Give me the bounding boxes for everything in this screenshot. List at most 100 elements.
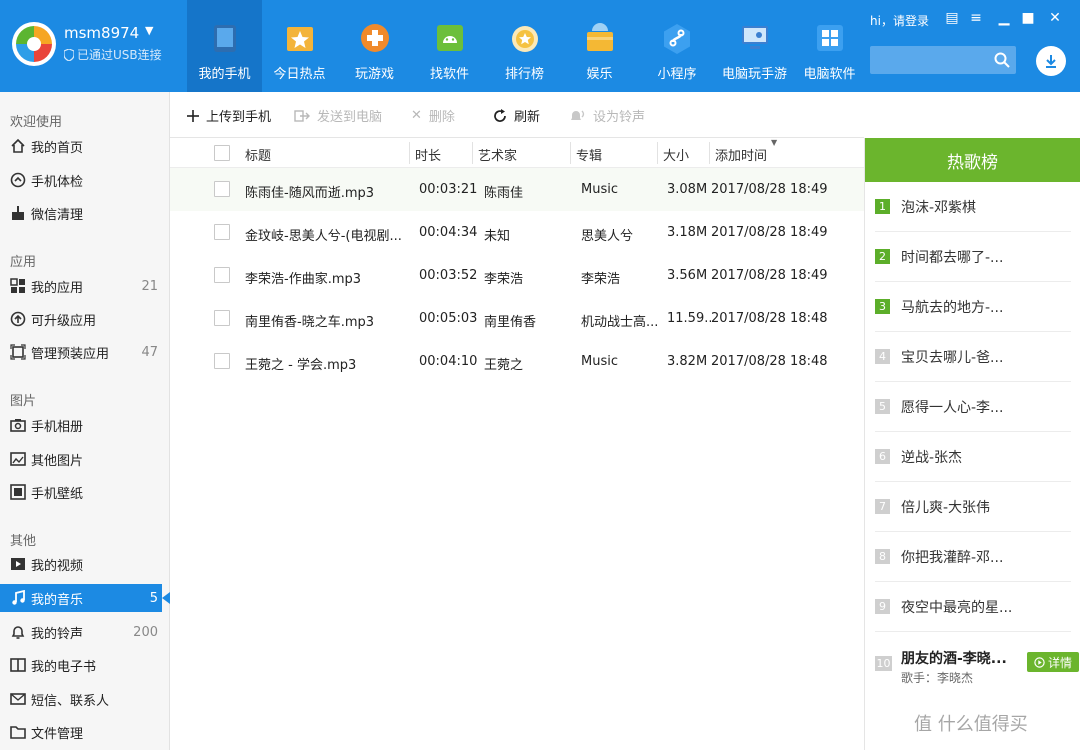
- minimize-icon[interactable]: ▁: [994, 10, 1014, 26]
- cell-added: 2017/08/28 18:48: [711, 354, 828, 369]
- cell-artist: 陈雨佳: [484, 186, 524, 201]
- sidebar-item-label: 微信清理: [31, 207, 84, 223]
- send-to-pc-button[interactable]: 发送到电脑: [294, 106, 382, 125]
- nav-software[interactable]: 找软件: [412, 0, 487, 92]
- hot-song-item[interactable]: 8 你把我灌醉-邓...: [875, 532, 1071, 582]
- button-label: 删除: [428, 110, 455, 125]
- table-row[interactable]: 李荣浩-作曲家.mp3 00:03:52 李荣浩 李荣浩 3.56M 2017/…: [170, 254, 864, 297]
- table-row[interactable]: 陈雨佳-随风而逝.mp3 00:03:21 陈雨佳 Music 3.08M 20…: [170, 168, 864, 211]
- nav-label: 电脑软件: [803, 67, 856, 82]
- hot-song-item[interactable]: 7 倍儿爽-大张伟: [875, 482, 1071, 532]
- row-checkbox[interactable]: [214, 310, 230, 326]
- sidebar-item-upgradable[interactable]: 可升级应用: [0, 305, 170, 333]
- message-icon[interactable]: ▤: [942, 10, 962, 26]
- column-header-size[interactable]: 大小: [663, 145, 689, 164]
- cell-added: 2017/08/28 18:49: [711, 268, 828, 283]
- row-checkbox[interactable]: [214, 353, 230, 369]
- sidebar-item-label: 管理预装应用: [31, 346, 110, 362]
- close-icon[interactable]: ✕: [1045, 10, 1065, 26]
- chevron-down-icon[interactable]: ▼: [145, 24, 153, 37]
- nav-pc-software[interactable]: 电脑软件: [792, 0, 867, 92]
- sidebar-item-other-images[interactable]: 其他图片: [0, 445, 170, 473]
- search-input[interactable]: [870, 46, 988, 74]
- nav-label: 小程序: [657, 67, 697, 82]
- maximize-icon[interactable]: ■: [1018, 10, 1038, 26]
- login-link[interactable]: hi，请登录: [870, 12, 929, 29]
- cell-album: Music: [581, 354, 618, 369]
- nav-my-phone[interactable]: 我的手机: [187, 0, 262, 92]
- table-row[interactable]: 王菀之 - 学会.mp3 00:04:10 王菀之 Music 3.82M 20…: [170, 340, 864, 383]
- sort-desc-icon[interactable]: ▼: [771, 138, 777, 147]
- hot-song-item-featured[interactable]: 10 朋友的酒-李晓... 歌手：李晓杰 详情: [875, 632, 1079, 696]
- song-name: 夜空中最亮的星...: [901, 600, 1013, 616]
- sidebar-item-checkup[interactable]: 手机体检: [0, 166, 170, 194]
- column-divider: [409, 142, 410, 164]
- set-ringtone-button[interactable]: 设为铃声: [568, 106, 645, 125]
- music-icon: [12, 590, 25, 605]
- column-header-album[interactable]: 专辑: [576, 145, 602, 164]
- upload-to-phone-button[interactable]: 上传到手机: [187, 106, 271, 125]
- nav-label: 电脑玩手游: [721, 67, 787, 82]
- medal-icon: [511, 26, 538, 52]
- row-checkbox[interactable]: [214, 224, 230, 240]
- broom-icon: [12, 206, 24, 220]
- table-header: 标题 时长 艺术家 专辑 大小 添加时间 ▼: [170, 138, 864, 168]
- app-logo-icon: [12, 22, 56, 66]
- sidebar-item-wallpaper[interactable]: 手机壁纸: [0, 478, 170, 506]
- sidebar-item-album[interactable]: 手机相册: [0, 411, 170, 439]
- row-checkbox[interactable]: [214, 267, 230, 283]
- button-label: 上传到手机: [206, 110, 272, 125]
- detail-label: 详情: [1047, 655, 1072, 670]
- sidebar-item-ebooks[interactable]: 我的电子书: [0, 651, 170, 679]
- item-count: 200: [133, 624, 158, 640]
- sidebar-item-music[interactable]: 我的音乐 5: [0, 584, 162, 612]
- row-checkbox[interactable]: [214, 181, 230, 197]
- hot-song-item[interactable]: 2 时间都去哪了-...: [875, 232, 1071, 282]
- hot-song-item[interactable]: 1 泡沫-邓紫棋: [875, 182, 1071, 232]
- menu-icon[interactable]: ≡: [966, 10, 986, 26]
- sidebar-item-file-manager[interactable]: 文件管理: [0, 718, 170, 746]
- nav-hot-today[interactable]: 今日热点: [262, 0, 337, 92]
- sidebar-item-videos[interactable]: 我的视频: [0, 550, 170, 578]
- hot-song-item[interactable]: 6 逆战-张杰: [875, 432, 1071, 482]
- table-row[interactable]: 南里侑香-晓之车.mp3 00:05:03 南里侑香 机动战士高... 11.5…: [170, 297, 864, 340]
- sidebar-item-wechat-clean[interactable]: 微信清理: [0, 199, 170, 227]
- hot-song-item[interactable]: 4 宝贝去哪儿-爸...: [875, 332, 1071, 382]
- sidebar-item-sms-contacts[interactable]: 短信、联系人: [0, 685, 170, 713]
- refresh-button[interactable]: 刷新: [493, 106, 540, 125]
- hot-song-item[interactable]: 9 夜空中最亮的星...: [875, 582, 1071, 632]
- detail-button[interactable]: 详情: [1027, 652, 1079, 672]
- device-info[interactable]: msm8974 ▼ 已通过USB连接: [12, 20, 182, 72]
- column-header-title[interactable]: 标题: [245, 145, 271, 164]
- pc-software-icon: [816, 25, 843, 51]
- sidebar-item-my-apps[interactable]: 我的应用 21: [0, 272, 170, 300]
- hot-song-item[interactable]: 3 马航去的地方-...: [875, 282, 1071, 332]
- sidebar-item-label: 短信、联系人: [31, 693, 110, 709]
- nav-mini-program[interactable]: 小程序: [637, 0, 717, 92]
- song-name: 泡沫-邓紫棋: [901, 200, 977, 216]
- column-header-added[interactable]: 添加时间: [715, 145, 767, 164]
- hot-song-item[interactable]: 5 愿得一人心-李...: [875, 382, 1071, 432]
- search-icon[interactable]: [994, 52, 1010, 68]
- select-all-checkbox[interactable]: [214, 145, 230, 161]
- sidebar-item-preinstalled[interactable]: 管理预装应用 47: [0, 338, 170, 366]
- delete-button[interactable]: ✕ 删除: [411, 106, 455, 125]
- rank-badge: 5: [875, 399, 890, 414]
- column-divider: [570, 142, 571, 164]
- nav-entertainment[interactable]: 娱乐: [562, 0, 637, 92]
- table-row[interactable]: 金玟岐-思美人兮-(电视剧... 00:04:34 未知 思美人兮 3.18M …: [170, 211, 864, 254]
- nav-games[interactable]: 玩游戏: [337, 0, 412, 92]
- rank-badge: 1: [875, 199, 890, 214]
- sidebar-item-home[interactable]: 我的首页: [0, 132, 170, 160]
- cell-duration: 00:04:10: [419, 354, 478, 369]
- download-button[interactable]: [1036, 46, 1066, 76]
- nav-ranking[interactable]: 排行榜: [487, 0, 562, 92]
- cell-size: 3.08M: [667, 182, 708, 197]
- item-count: 47: [141, 344, 158, 360]
- column-header-duration[interactable]: 时长: [415, 145, 441, 164]
- device-name: msm8974: [64, 24, 140, 42]
- nav-pc-mobile-games[interactable]: 电脑玩手游: [717, 0, 792, 92]
- cell-title: 陈雨佳-随风而逝.mp3: [245, 186, 375, 201]
- sidebar-item-ringtones[interactable]: 我的铃声 200: [0, 618, 170, 646]
- column-header-artist[interactable]: 艺术家: [478, 145, 517, 164]
